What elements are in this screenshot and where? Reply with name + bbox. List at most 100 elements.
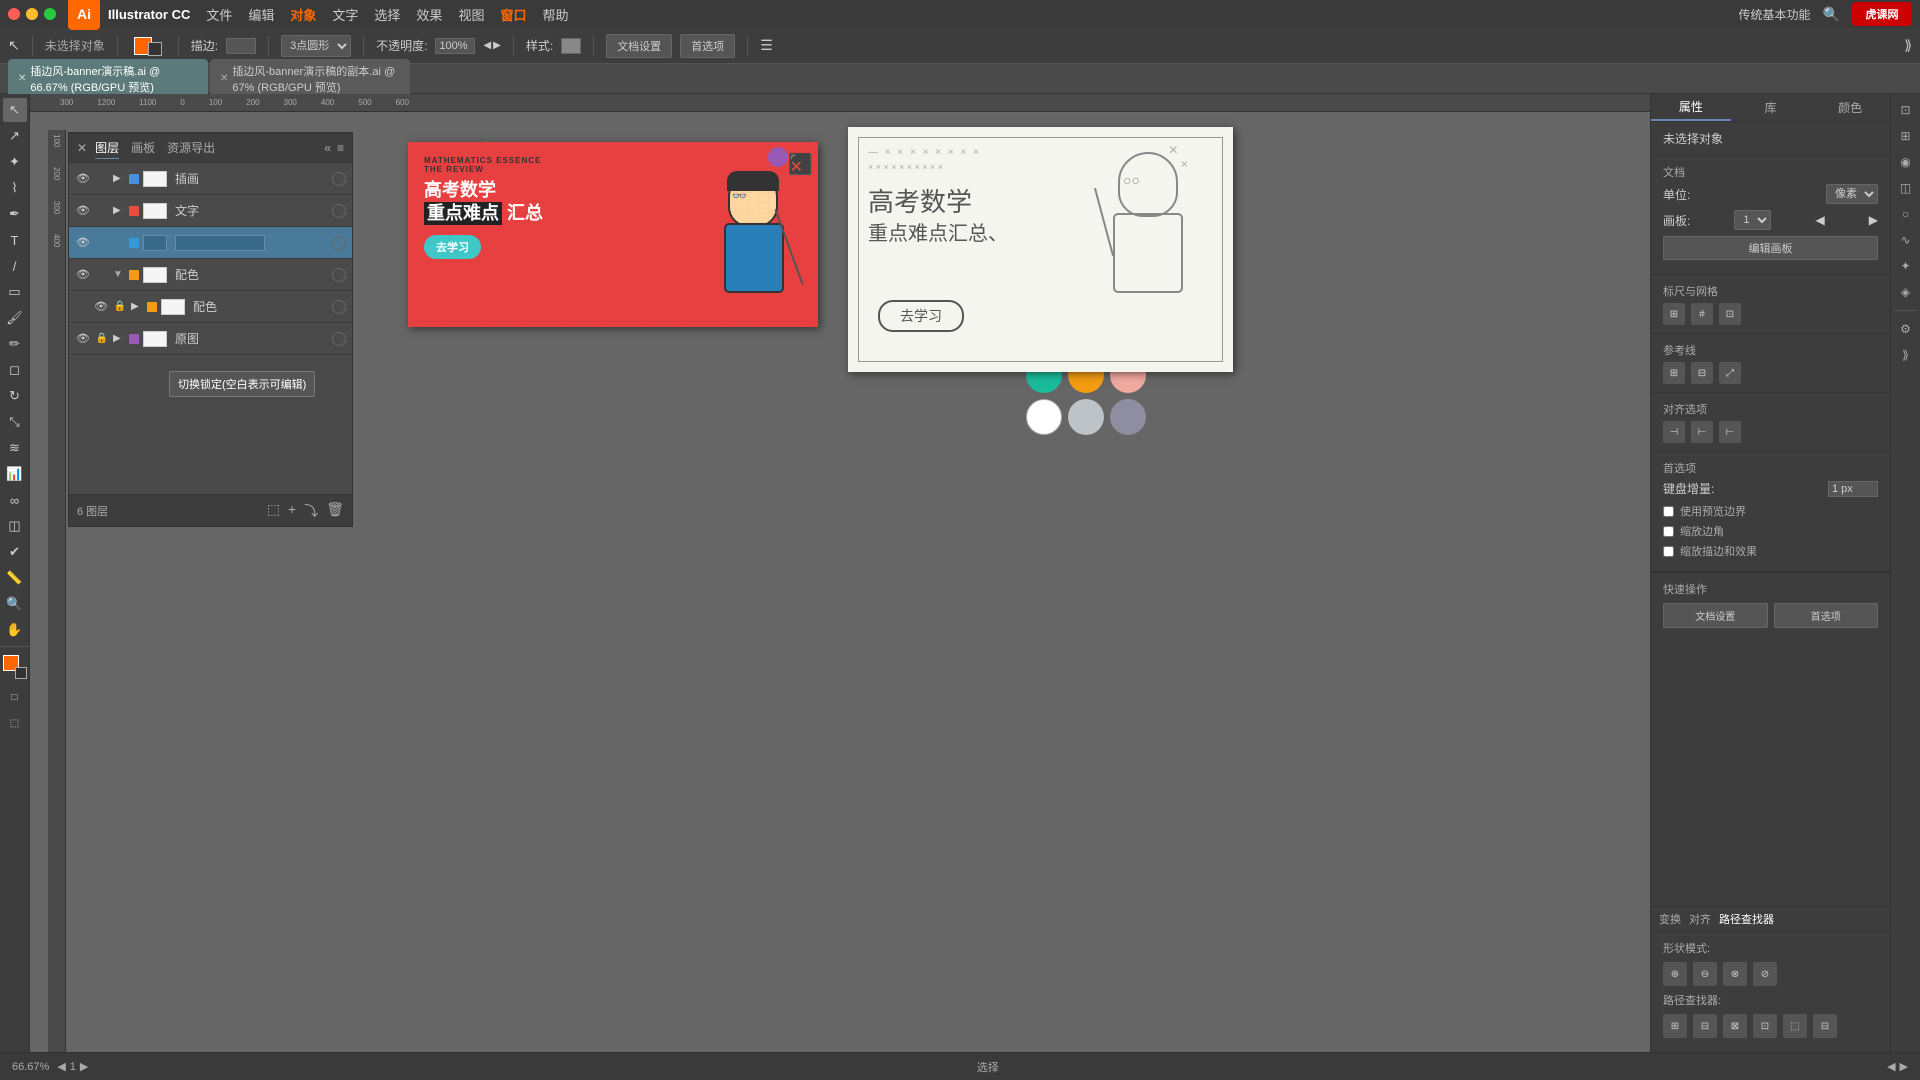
zoom-tool[interactable]: 🔍 <box>3 592 27 616</box>
layer-visibility-text[interactable]: 👁 <box>75 203 91 219</box>
rp-scale-strokes-check[interactable] <box>1663 546 1674 557</box>
selection-tool-icon[interactable]: ↖ <box>8 37 20 54</box>
rp-qa-doc-settings[interactable]: 文档设置 <box>1663 603 1768 628</box>
layer-target-color-child[interactable] <box>332 300 346 314</box>
rp-edit-artboard-btn[interactable]: 编辑画板 <box>1663 236 1878 260</box>
search-icon[interactable]: 🔍 <box>1823 6 1840 23</box>
shape-select[interactable]: 3点圆形 <box>281 35 351 57</box>
eraser-tool[interactable]: ◻ <box>3 358 27 382</box>
rpi-brushes-icon[interactable]: ∿ <box>1894 228 1918 252</box>
rp-pathfinder-tab[interactable]: 路径查找器 <box>1719 911 1774 927</box>
rp-align-center[interactable]: ⊢ <box>1691 421 1713 443</box>
layer-row-illustration[interactable]: 👁 ▶ 插画 <box>69 163 352 195</box>
tab-1-close[interactable]: ✕ <box>18 73 26 84</box>
layer-target-original[interactable] <box>332 332 346 346</box>
rp-artboard-next[interactable]: ▶ <box>1869 213 1878 227</box>
measure-tool[interactable]: 📏 <box>3 566 27 590</box>
pen-tool[interactable]: ✒ <box>3 202 27 226</box>
menu-window[interactable]: 窗口 <box>500 5 526 24</box>
layer-name-input[interactable] <box>175 235 265 251</box>
rp-pf-merge[interactable]: ⊠ <box>1723 1014 1747 1038</box>
paintbrush-tool[interactable]: 🖌 <box>3 306 27 330</box>
menu-help[interactable]: 帮助 <box>542 5 568 24</box>
selection-tool[interactable]: ↖ <box>3 98 27 122</box>
scale-tool[interactable]: ⤡ <box>3 410 27 434</box>
layer-visibility-editing[interactable]: 👁 <box>75 235 91 251</box>
swatch-lightgray[interactable] <box>1068 399 1104 435</box>
rp-tab-color[interactable]: 颜色 <box>1810 94 1890 121</box>
layer-lock-color[interactable] <box>95 268 109 282</box>
sketch-document[interactable]: — × × × × × × × × × × × × × × × × × × 高考… <box>848 127 1233 372</box>
delete-layer-btn[interactable]: 🗑 <box>326 501 344 521</box>
graph-tool[interactable]: 📊 <box>3 462 27 486</box>
rp-pf-crop[interactable]: ⊡ <box>1753 1014 1777 1038</box>
layer-expand-color-child[interactable]: ▶ <box>131 301 143 312</box>
rp-align-left[interactable]: ⊣ <box>1663 421 1685 443</box>
play-next[interactable]: ▶ <box>1900 1060 1908 1073</box>
minimize-button[interactable] <box>26 8 38 20</box>
menu-select[interactable]: 选择 <box>374 5 400 24</box>
layer-lock-editing[interactable] <box>95 236 109 250</box>
panel-toggle-icon[interactable]: ⟫ <box>1904 37 1912 54</box>
menu-effect[interactable]: 效果 <box>416 5 442 24</box>
rp-intersect[interactable]: ⊗ <box>1723 962 1747 986</box>
rp-tab-properties[interactable]: 属性 <box>1651 94 1731 121</box>
direct-selection-tool[interactable]: ↗ <box>3 124 27 148</box>
rpi-symbols-icon[interactable]: ✦ <box>1894 254 1918 278</box>
layer-row-text[interactable]: 👁 ▶ 文字 <box>69 195 352 227</box>
preferences-btn-toolbar[interactable]: 首选项 <box>680 34 735 58</box>
rp-scale-corners-check[interactable] <box>1663 526 1674 537</box>
layer-target-editing[interactable] <box>332 236 346 250</box>
layer-row-color-child[interactable]: 👁 🔒 ▶ 配色 <box>69 291 352 323</box>
layer-target-illustration[interactable] <box>332 172 346 186</box>
menu-object[interactable]: 对象 <box>290 5 316 24</box>
rp-pf-outline[interactable]: ⬚ <box>1783 1014 1807 1038</box>
rpi-settings-icon[interactable]: ⚙ <box>1894 317 1918 341</box>
tab-2-close[interactable]: ✕ <box>220 73 228 84</box>
rpi-expand-icon[interactable]: ⟫ <box>1894 343 1918 367</box>
play-prev[interactable]: ◀ <box>1887 1060 1895 1073</box>
rpi-gradient-icon[interactable]: ◫ <box>1894 176 1918 200</box>
lasso-tool[interactable]: ⌇ <box>3 176 27 200</box>
fill-color[interactable] <box>130 34 166 58</box>
tab-2[interactable]: ✕ 插边风-banner演示稿的副本.ai @ 67% (RGB/GPU 预览) <box>210 59 410 99</box>
rp-pf-trim[interactable]: ⊟ <box>1693 1014 1717 1038</box>
swatch-purplegray[interactable] <box>1110 399 1146 435</box>
layer-visibility-illustration[interactable]: 👁 <box>75 171 91 187</box>
rp-artboard-select[interactable]: 1 <box>1734 210 1771 230</box>
layers-tab-artboard[interactable]: 画板 <box>131 137 155 159</box>
layer-lock-text[interactable] <box>95 204 109 218</box>
close-button[interactable] <box>8 8 20 20</box>
blend-tool[interactable]: ∞ <box>3 488 27 512</box>
rp-transform-tab[interactable]: 变换 <box>1659 911 1681 927</box>
rp-keyboard-input[interactable] <box>1828 481 1878 497</box>
layer-visibility-original[interactable]: 👁 <box>75 331 91 347</box>
layer-row-original[interactable]: 👁 🔒 ▶ 原图 <box>69 323 352 355</box>
rpi-graphic-styles-icon[interactable]: ◈ <box>1894 280 1918 304</box>
menu-type[interactable]: 文字 <box>332 5 358 24</box>
rp-preview-bounds-check[interactable] <box>1663 506 1674 517</box>
rpi-stroke-icon[interactable]: ○ <box>1894 202 1918 226</box>
layer-expand-color[interactable]: ▼ <box>113 269 125 280</box>
magic-wand-tool[interactable]: ✦ <box>3 150 27 174</box>
rp-exclude[interactable]: ⊘ <box>1753 962 1777 986</box>
rp-qa-prefs[interactable]: 首选项 <box>1774 603 1879 628</box>
tab-1[interactable]: ✕ 插边风-banner演示稿.ai @ 66.67% (RGB/GPU 预览) <box>8 59 208 99</box>
layer-row-editing[interactable]: 👁 <box>69 227 352 259</box>
layer-expand-original[interactable]: ▶ <box>113 333 125 344</box>
rp-tab-library[interactable]: 库 <box>1731 94 1811 121</box>
layer-expand-illustration[interactable]: ▶ <box>113 173 125 184</box>
layer-visibility-color-child[interactable]: 👁 <box>93 299 109 315</box>
opacity-increase[interactable]: ▶ <box>493 40 501 51</box>
canvas-content[interactable]: 100 200 300 400 ①对象-锁定 -所选对象 ②窗口-图层打开 图层… <box>48 112 1650 1052</box>
rect-tool[interactable]: ▭ <box>3 280 27 304</box>
arrange-icon[interactable]: ☰ <box>760 37 773 54</box>
gradient-tool[interactable]: ◫ <box>3 514 27 538</box>
layer-lock-color-child[interactable]: 🔒 <box>113 300 127 314</box>
layer-lock-illustration[interactable] <box>95 172 109 186</box>
swatch-white[interactable] <box>1026 399 1062 435</box>
drawing-mode[interactable]: ⬚ <box>3 711 27 735</box>
type-tool[interactable]: T <box>3 228 27 252</box>
layer-lock-original[interactable]: 🔒 <box>95 332 109 346</box>
make-sublayer-btn[interactable]: ⬚ <box>267 501 280 521</box>
